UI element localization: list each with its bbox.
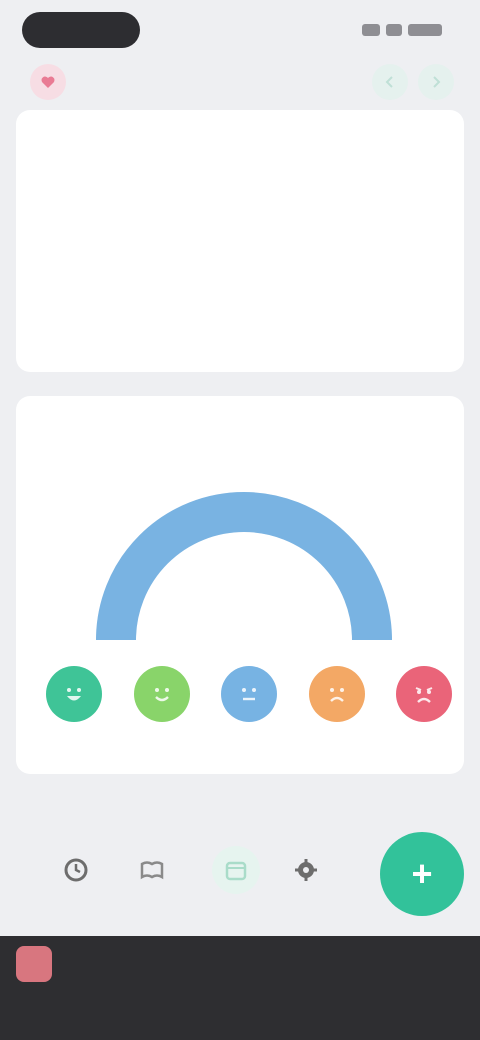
calendar-day[interactable]: [271, 322, 332, 358]
clock-icon: [64, 858, 88, 882]
tab-calendar[interactable]: [212, 846, 260, 894]
mood-item[interactable]: [132, 666, 192, 756]
weekday-label: [148, 146, 209, 166]
bottom-tab-bar: +: [0, 806, 480, 932]
add-entry-button[interactable]: +: [380, 832, 464, 916]
status-time-pill: [22, 12, 140, 48]
book-icon: [140, 861, 164, 880]
calendar-day[interactable]: [209, 258, 270, 294]
bottom-banner: [0, 936, 480, 1040]
calendar-day[interactable]: [393, 194, 454, 230]
laughing-face-icon: [67, 688, 81, 701]
weekday-label: [393, 146, 454, 166]
calendar-day[interactable]: [26, 322, 87, 358]
calendar-day[interactable]: [87, 258, 148, 294]
gear-icon: [295, 859, 317, 881]
tab-settings[interactable]: [286, 850, 326, 890]
sad-face-icon: [329, 688, 344, 702]
gauge-arc: [96, 492, 392, 641]
calendar-day[interactable]: [26, 258, 87, 294]
mood-face: [221, 666, 277, 722]
mood-face: [308, 666, 365, 722]
calendar-day[interactable]: [209, 194, 270, 230]
calendar-day[interactable]: [271, 258, 332, 294]
calendar-day[interactable]: [148, 322, 209, 358]
smiling-face-icon: [154, 688, 169, 702]
calendar-day[interactable]: [393, 322, 454, 358]
calendar-day[interactable]: [87, 322, 148, 358]
calendar-week: [16, 258, 464, 294]
weekday-label: [209, 146, 270, 166]
mood-item[interactable]: [394, 666, 454, 756]
calendar-day[interactable]: [332, 322, 393, 358]
app-icon: [16, 946, 52, 982]
angry-face-icon: [415, 687, 433, 703]
heart-icon: [41, 76, 55, 88]
calendar-day[interactable]: [332, 258, 393, 294]
weekday-label: [87, 146, 148, 166]
calendar-day[interactable]: [332, 194, 393, 230]
calendar-day[interactable]: [26, 194, 87, 230]
calendar-week: [16, 322, 464, 358]
battery-icon: [408, 24, 442, 36]
mood-list: [44, 666, 454, 756]
mood-face: [396, 666, 452, 722]
calendar-day[interactable]: [148, 194, 209, 230]
mood-face: [46, 666, 102, 722]
mood-item[interactable]: [307, 666, 367, 756]
calendar-day[interactable]: [271, 194, 332, 230]
month-navigation: [350, 64, 454, 100]
mood-face: [133, 666, 190, 722]
tab-history[interactable]: [56, 850, 96, 890]
calendar-day[interactable]: [148, 258, 209, 294]
calendar-day[interactable]: [393, 258, 454, 294]
calendar-header: [0, 60, 480, 116]
mood-gauge: [96, 492, 392, 641]
signal-icon: [362, 24, 380, 36]
mood-summary-card: [16, 396, 464, 774]
weekday-label: [271, 146, 332, 166]
weekday-row: [16, 146, 464, 166]
calendar-day[interactable]: [87, 194, 148, 230]
neutral-face-icon: [242, 688, 256, 701]
weekday-label: [26, 146, 87, 166]
calendar-day[interactable]: [209, 322, 270, 358]
tab-journal[interactable]: [132, 850, 172, 890]
calendar-icon: [225, 861, 247, 881]
back-button[interactable]: [30, 64, 66, 100]
chevron-left-icon: [385, 76, 393, 88]
status-bar: [0, 0, 480, 60]
weekday-label: [332, 146, 393, 166]
mood-item[interactable]: [219, 666, 279, 756]
next-month-button[interactable]: [418, 64, 454, 100]
wifi-icon: [386, 24, 402, 36]
prev-month-button[interactable]: [372, 64, 408, 100]
status-icons: [354, 20, 442, 40]
calendar-week: [16, 194, 464, 230]
chevron-right-icon: [433, 76, 441, 88]
mood-item[interactable]: [44, 666, 104, 756]
calendar-card: [16, 110, 464, 372]
